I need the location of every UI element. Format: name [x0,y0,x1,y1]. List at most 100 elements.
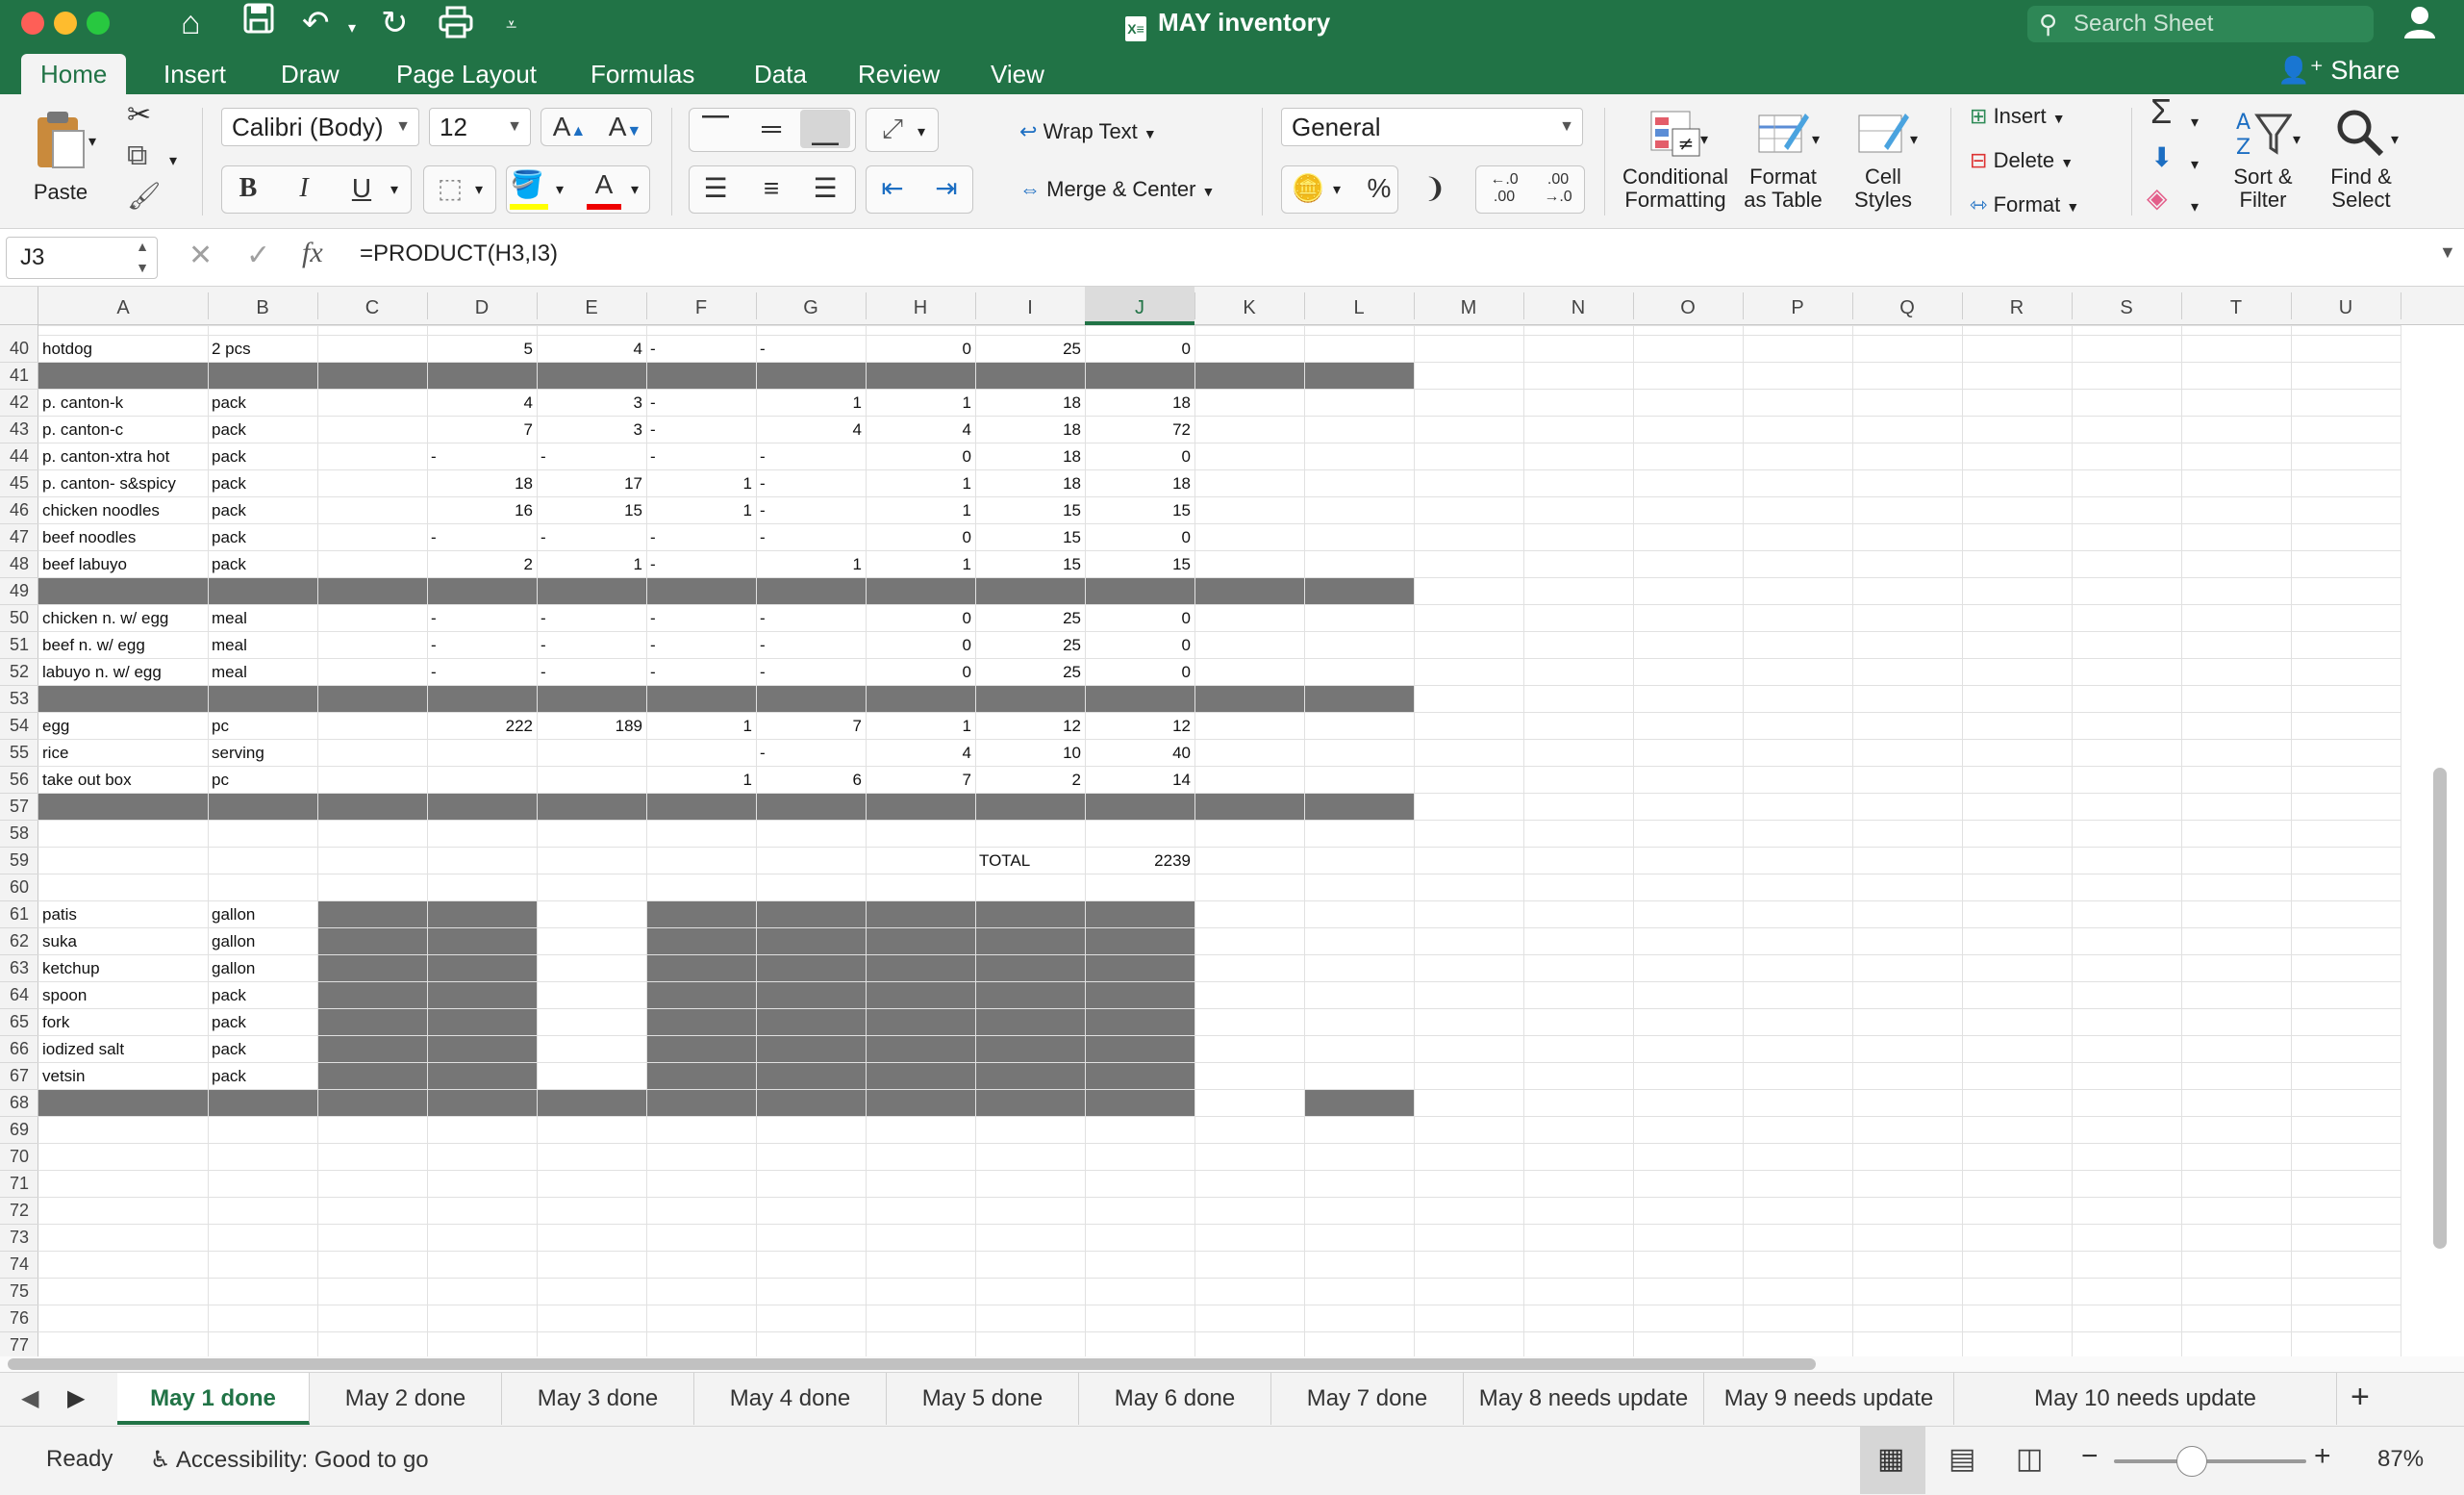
cell-B48[interactable]: pack [212,555,246,573]
cell-D47[interactable]: - [431,528,437,546]
autosum-chevron-icon[interactable]: ▾ [2191,112,2199,135]
add-sheet-icon[interactable]: + [2351,1379,2370,1416]
cell-F48[interactable]: - [650,555,656,573]
sheet-tab-may-1-done[interactable]: May 1 done [117,1373,310,1425]
next-sheet-chevron-icon[interactable]: ▶ [67,1384,85,1412]
cell-J45[interactable]: 18 [1172,474,1191,493]
cell-E43[interactable]: 3 [634,420,642,439]
cell-E50[interactable]: - [541,609,546,627]
cell-I48[interactable]: 15 [1063,555,1081,573]
cell-B47[interactable]: pack [212,528,246,546]
cell-grid[interactable]: A B C D E F G H I J K L M N O P Q R S T U4041424344454647484… [0,287,2464,1372]
cell-E40[interactable]: 4 [634,340,642,358]
cell-A40[interactable]: hotdog [42,340,92,358]
cell-G55[interactable]: - [760,744,766,762]
column-header-H[interactable]: H [914,297,927,318]
cell-A46[interactable]: chicken noodles [42,501,160,519]
font-color-icon[interactable]: A [579,164,629,206]
cell-B50[interactable]: meal [212,609,247,627]
underline-chevron-icon[interactable]: ▾ [390,179,398,202]
cell-J50[interactable]: 0 [1182,609,1191,627]
cell-H46[interactable]: 1 [963,501,971,519]
row-header-72[interactable]: 72 [10,1201,29,1220]
italic-button[interactable]: I [279,167,329,210]
cell-D46[interactable]: 16 [515,501,533,519]
cell-A42[interactable]: p. canton-k [42,393,124,412]
cell-B44[interactable]: pack [212,447,246,466]
underline-button[interactable]: U [337,167,387,210]
cell-B64[interactable]: pack [212,986,246,1004]
cell-G52[interactable]: - [760,663,766,681]
column-header-I[interactable]: I [1027,297,1033,318]
cell-A61[interactable]: patis [42,905,77,924]
expand-formula-bar-chevron-icon[interactable]: ▼ [2439,242,2456,263]
column-header-C[interactable]: C [365,297,379,318]
cell-F54[interactable]: 1 [743,717,752,735]
borders-chevron-icon[interactable]: ▾ [475,179,483,202]
number-format-dropdown[interactable]: General ▼ [1281,108,1583,146]
orientation-chevron-icon[interactable]: ▾ [918,121,925,144]
copy-options-chevron-icon[interactable]: ▾ [169,150,177,173]
row-header-64[interactable]: 64 [10,985,29,1004]
row-header-59[interactable]: 59 [10,850,29,870]
decrease-indent-icon[interactable]: ⇤ [867,167,918,210]
tab-insert[interactable]: Insert [144,54,245,94]
cell-H51[interactable]: 0 [963,636,971,654]
row-header-74[interactable]: 74 [10,1254,29,1274]
paste-options-chevron-icon[interactable]: ▾ [88,131,96,154]
cell-I43[interactable]: 18 [1063,420,1081,439]
sort-filter-chevron-icon[interactable]: ▾ [2293,129,2301,152]
column-header-R[interactable]: R [2010,297,2024,318]
tab-review[interactable]: Review [839,54,959,94]
previous-sheet-chevron-icon[interactable]: ◀ [21,1384,38,1412]
row-header-48[interactable]: 48 [10,554,29,573]
row-header-43[interactable]: 43 [10,419,29,439]
cell-E44[interactable]: - [541,447,546,466]
cell-B65[interactable]: pack [212,1013,246,1031]
sort-filter-button[interactable]: AZ Sort & Filter [2220,108,2306,212]
column-header-E[interactable]: E [585,297,597,318]
column-header-T[interactable]: T [2230,297,2242,318]
cell-D52[interactable]: - [431,663,437,681]
cell-F44[interactable]: - [650,447,656,466]
wrap-text-button[interactable]: ↩ Wrap Text ▼ [1019,119,1157,146]
row-header-57[interactable]: 57 [10,797,29,816]
cell-B55[interactable]: serving [212,744,264,762]
cell-J46[interactable]: 15 [1172,501,1191,519]
cell-A62[interactable]: suka [42,932,77,950]
find-select-button[interactable]: Find & Select [2318,108,2404,212]
cell-G43[interactable]: 4 [853,420,862,439]
cell-A48[interactable]: beef labuyo [42,555,127,573]
zoom-level[interactable]: 87% [2377,1446,2424,1473]
format-cells-button[interactable]: ⇿ Format ▼ [1970,192,2079,219]
cell-J54[interactable]: 12 [1172,717,1191,735]
cell-B54[interactable]: pc [212,717,229,735]
cell-I51[interactable]: 25 [1063,636,1081,654]
undo-dropdown-chevron-icon[interactable]: ▾ [348,10,356,48]
row-header-73[interactable]: 73 [10,1228,29,1247]
cell-H40[interactable]: 0 [963,340,971,358]
share-button[interactable]: 👤⁺ Share [2277,50,2400,90]
cell-H44[interactable]: 0 [963,447,971,466]
cell-B66[interactable]: pack [212,1040,246,1058]
search-input[interactable]: ⚲ Search Sheet [2027,6,2374,42]
zoom-window-button[interactable] [87,12,110,35]
cell-H42[interactable]: 1 [963,393,971,412]
cell-D43[interactable]: 7 [524,420,533,439]
page-layout-view-icon[interactable]: ▤ [1949,1442,1975,1476]
save-icon[interactable] [242,2,275,43]
cell-I40[interactable]: 25 [1063,340,1081,358]
cell-B46[interactable]: pack [212,501,246,519]
format-as-table-button[interactable]: Format as Table [1737,108,1829,212]
cell-H43[interactable]: 4 [963,420,971,439]
customize-toolbar-icon[interactable]: ⩡ [506,6,516,44]
row-header-61[interactable]: 61 [10,904,29,924]
cell-D54[interactable]: 222 [506,717,533,735]
cell-H50[interactable]: 0 [963,609,971,627]
column-header-S[interactable]: S [2120,297,2132,318]
decrease-font-size-button[interactable]: A▼ [600,106,650,148]
cell-F52[interactable]: - [650,663,656,681]
row-header-71[interactable]: 71 [10,1174,29,1193]
fill-chevron-icon[interactable]: ▾ [2191,154,2199,177]
row-header-45[interactable]: 45 [10,473,29,493]
